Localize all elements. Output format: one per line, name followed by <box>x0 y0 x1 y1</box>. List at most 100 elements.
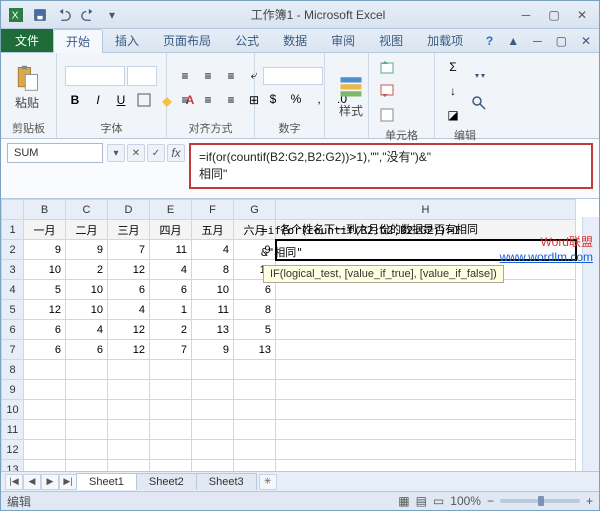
undo-icon[interactable] <box>53 4 75 26</box>
cell[interactable] <box>24 440 66 460</box>
row-header[interactable]: 10 <box>2 400 24 420</box>
minimize-button[interactable]: ─ <box>513 6 539 24</box>
file-tab[interactable]: 文件 <box>1 29 53 52</box>
row-header[interactable]: 7 <box>2 340 24 360</box>
cell[interactable] <box>192 360 234 380</box>
cell[interactable]: 2 <box>150 320 192 340</box>
cell[interactable]: 13 <box>234 340 276 360</box>
row-header[interactable]: 9 <box>2 380 24 400</box>
col-header[interactable]: E <box>150 200 192 220</box>
fill-icon[interactable]: ↓ <box>443 81 463 101</box>
sheet-tab[interactable]: Sheet3 <box>196 473 257 490</box>
doc-minimize-icon[interactable]: ─ <box>533 34 542 48</box>
clear-icon[interactable]: ◪ <box>443 105 463 125</box>
row-header[interactable]: 1 <box>2 220 24 240</box>
cell[interactable] <box>234 420 276 440</box>
insert-cells-icon[interactable] <box>377 57 397 77</box>
accept-formula-icon[interactable]: ✓ <box>147 144 165 162</box>
view-pagebreak-icon[interactable]: ▭ <box>433 494 444 508</box>
cell[interactable] <box>276 360 576 380</box>
row-header[interactable]: 3 <box>2 260 24 280</box>
sheet-nav-first[interactable]: |◀ <box>5 474 23 490</box>
cell[interactable] <box>192 380 234 400</box>
sheet-tab[interactable]: Sheet2 <box>136 473 197 490</box>
view-layout-icon[interactable]: ▤ <box>416 494 427 508</box>
cell[interactable]: 5 <box>234 320 276 340</box>
redo-icon[interactable] <box>77 4 99 26</box>
zoom-slider[interactable] <box>500 499 580 503</box>
cell[interactable]: 12 <box>108 260 150 280</box>
cell[interactable] <box>66 400 108 420</box>
cell[interactable]: 五月 <box>192 220 234 240</box>
row-header[interactable]: 2 <box>2 240 24 260</box>
cell[interactable]: 8 <box>192 260 234 280</box>
styles-button[interactable]: 样式 <box>333 70 369 121</box>
align-left-icon[interactable]: ≡ <box>175 90 195 110</box>
maximize-button[interactable]: ▢ <box>541 6 567 24</box>
cell[interactable] <box>24 380 66 400</box>
fx-icon[interactable]: fx <box>167 144 185 162</box>
tab-insert[interactable]: 插入 <box>103 29 151 52</box>
cell[interactable]: 6 <box>24 320 66 340</box>
cell[interactable] <box>150 360 192 380</box>
cell[interactable] <box>276 400 576 420</box>
cell[interactable] <box>192 420 234 440</box>
cell[interactable]: 9 <box>24 240 66 260</box>
cell[interactable]: 4 <box>192 240 234 260</box>
cell[interactable] <box>108 360 150 380</box>
currency-icon[interactable]: $ <box>263 89 283 109</box>
cell[interactable] <box>276 320 576 340</box>
cell[interactable] <box>66 420 108 440</box>
cell[interactable] <box>234 380 276 400</box>
cell[interactable] <box>234 360 276 380</box>
ribbon-minimize-icon[interactable]: ▲ <box>507 34 519 48</box>
cell[interactable]: 2 <box>66 260 108 280</box>
col-header[interactable]: D <box>108 200 150 220</box>
bold-icon[interactable]: B <box>65 90 85 110</box>
sheet-nav-last[interactable]: ▶| <box>59 474 77 490</box>
cell[interactable] <box>24 360 66 380</box>
cell[interactable]: 11 <box>150 240 192 260</box>
cell[interactable]: 10 <box>24 260 66 280</box>
tab-view[interactable]: 视图 <box>367 29 415 52</box>
font-select[interactable] <box>65 66 125 86</box>
col-header[interactable]: B <box>24 200 66 220</box>
cell[interactable]: 5 <box>24 280 66 300</box>
percent-icon[interactable]: % <box>286 89 306 109</box>
cell[interactable] <box>150 400 192 420</box>
tab-page-layout[interactable]: 页面布局 <box>151 29 223 52</box>
row-header[interactable]: 6 <box>2 320 24 340</box>
zoom-in-button[interactable]: + <box>586 494 593 508</box>
save-icon[interactable] <box>29 4 51 26</box>
cell[interactable]: 9 <box>192 340 234 360</box>
cell[interactable] <box>24 420 66 440</box>
cell[interactable] <box>108 380 150 400</box>
cell[interactable]: 6 <box>150 280 192 300</box>
cell[interactable]: 6 <box>24 340 66 360</box>
cell[interactable] <box>276 340 576 360</box>
cell[interactable] <box>108 400 150 420</box>
help-icon[interactable]: ? <box>486 34 493 48</box>
sort-filter-icon[interactable] <box>469 69 489 89</box>
row-header[interactable]: 4 <box>2 280 24 300</box>
italic-icon[interactable]: I <box>88 90 108 110</box>
align-center-icon[interactable]: ≡ <box>198 90 218 110</box>
cell[interactable] <box>108 420 150 440</box>
col-header[interactable]: C <box>66 200 108 220</box>
sheet-tab[interactable]: Sheet1 <box>76 473 137 490</box>
doc-restore-icon[interactable]: ▢ <box>556 34 567 48</box>
new-sheet-button[interactable]: ✳ <box>259 474 277 490</box>
name-box[interactable]: SUM <box>7 143 103 163</box>
paste-button[interactable]: 粘贴 <box>9 62 45 113</box>
align-top-icon[interactable]: ≡ <box>175 66 195 86</box>
cell[interactable] <box>150 380 192 400</box>
cell[interactable] <box>150 440 192 460</box>
qat-dropdown-icon[interactable]: ▾ <box>101 4 123 26</box>
col-header[interactable]: G <box>234 200 276 220</box>
cell[interactable]: 1 <box>150 300 192 320</box>
col-header[interactable]: H <box>276 200 576 220</box>
doc-close-icon[interactable]: ✕ <box>581 34 591 48</box>
row-header[interactable]: 11 <box>2 420 24 440</box>
row-header[interactable]: 12 <box>2 440 24 460</box>
delete-cells-icon[interactable] <box>377 81 397 101</box>
